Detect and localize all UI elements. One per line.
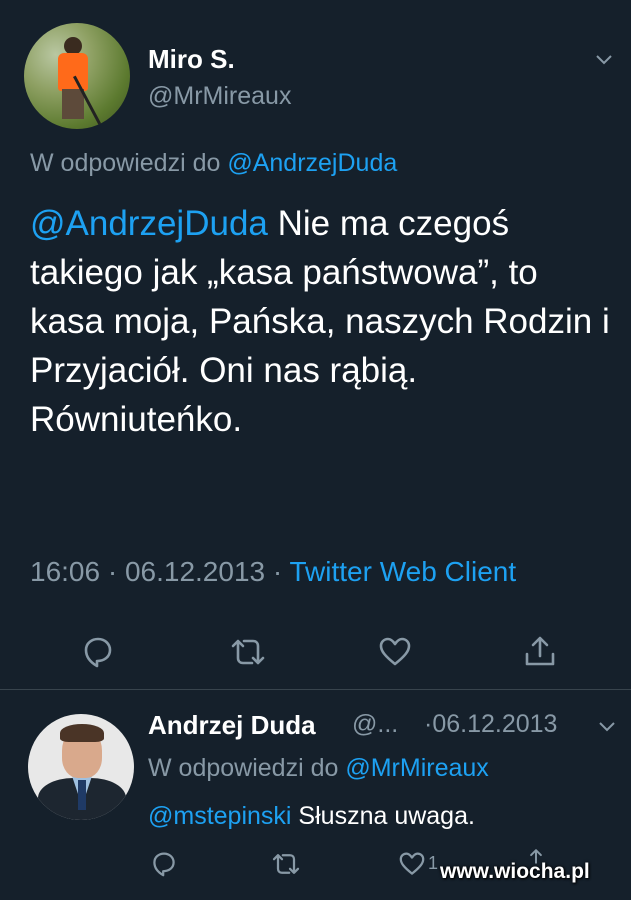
chevron-down-icon[interactable] (598, 721, 616, 733)
watermark: www.wiocha.pl (440, 860, 590, 883)
reply-to-link[interactable]: @AndrzejDuda (227, 149, 397, 177)
chevron-down-icon[interactable] (595, 54, 613, 66)
reply-prefix: W odpowiedzi do (148, 754, 339, 782)
client-link[interactable]: Twitter Web Client (289, 556, 516, 587)
author-name[interactable]: Miro S. (148, 44, 235, 75)
mention-link[interactable]: @mstepinski (148, 802, 291, 830)
reply-icon[interactable] (78, 632, 118, 672)
mention-link[interactable]: @AndrzejDuda (30, 204, 268, 243)
like-count: 1 (428, 853, 439, 873)
tweet-meta: 16:06 · 06.12.2013 · Twitter Web Client (30, 556, 516, 588)
reply-prefix: W odpowiedzi do (30, 149, 221, 177)
timestamp: 16:06 · 06.12.2013 · (30, 556, 290, 587)
reply-body: Słuszna uwaga. (291, 802, 475, 830)
author-handle[interactable]: @... (352, 710, 398, 739)
author-handle[interactable]: @MrMireaux (148, 82, 291, 111)
tweet-text: @AndrzejDuda Nie ma czegoś takiego jak „… (30, 199, 620, 444)
reply-context: W odpowiedzi do @AndrzejDuda (30, 149, 397, 178)
retweet-icon[interactable] (228, 632, 268, 672)
reply-to-link[interactable]: @MrMireaux (345, 754, 488, 782)
avatar[interactable] (28, 714, 134, 820)
like-icon[interactable] (375, 632, 415, 672)
main-tweet: Miro S. @MrMireaux W odpowiedzi do @Andr… (0, 0, 631, 690)
author-name[interactable]: Andrzej Duda (148, 710, 316, 741)
like-icon[interactable] (396, 848, 428, 880)
reply-text: @mstepinski Słuszna uwaga. (148, 802, 475, 831)
action-bar (0, 632, 631, 678)
reply-date[interactable]: ·06.12.2013 (424, 710, 557, 739)
retweet-icon[interactable] (270, 848, 302, 880)
share-icon[interactable] (520, 632, 560, 672)
reply-context: W odpowiedzi do @MrMireaux (148, 754, 489, 783)
reply-icon[interactable] (148, 848, 180, 880)
avatar[interactable] (24, 23, 130, 129)
